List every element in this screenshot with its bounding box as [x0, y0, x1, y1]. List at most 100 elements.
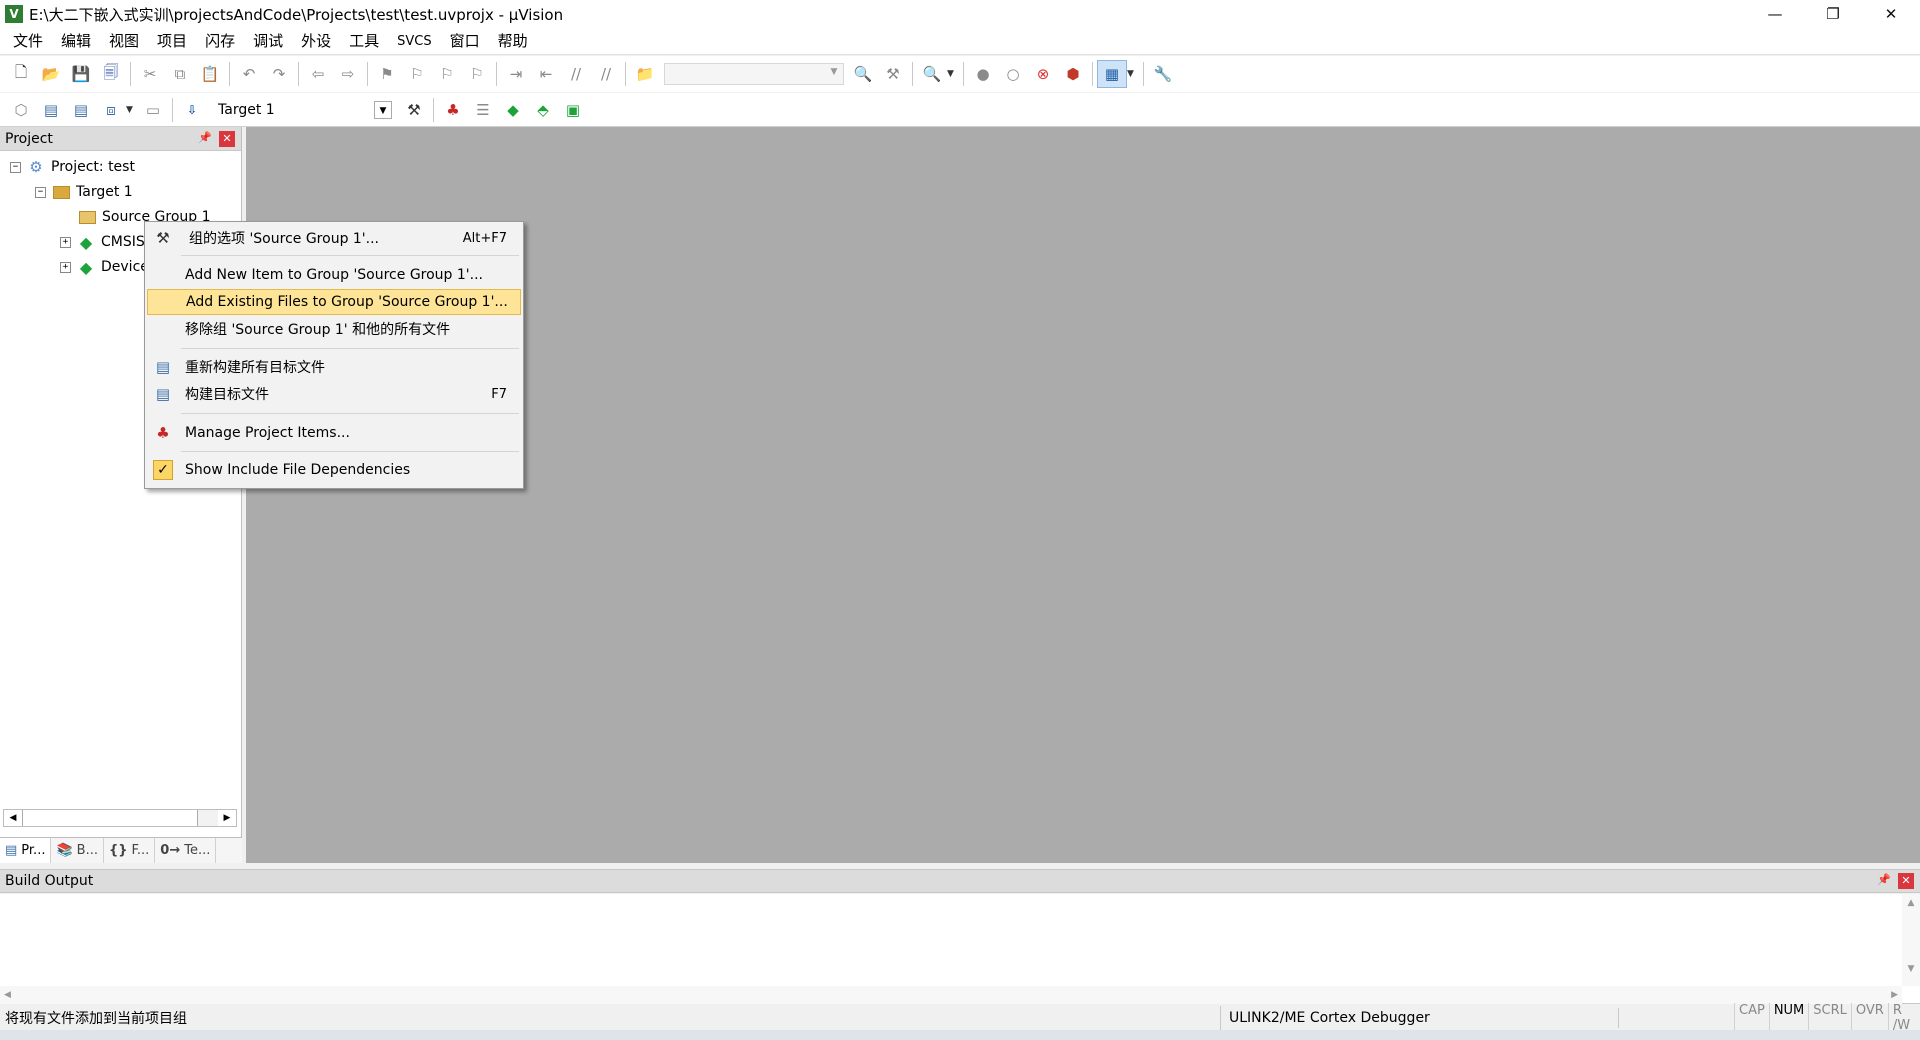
target-select[interactable]: Target 1 ▼ [213, 97, 393, 122]
tree-item-target[interactable]: − Target 1 [35, 181, 133, 203]
chevron-down-icon[interactable]: ▼ [947, 69, 959, 79]
tab-project[interactable]: ▤ Pr... [0, 838, 52, 863]
pack-installer-icon[interactable]: ▣ [558, 96, 588, 124]
collapse-icon[interactable]: − [10, 161, 21, 173]
menu-tools[interactable]: 工具 [340, 28, 388, 55]
disable-all-breakpoints-icon[interactable]: ⊗ [1028, 60, 1058, 88]
file-extensions-icon[interactable]: ☰ [468, 96, 498, 124]
navigate-back-icon[interactable]: ⇦ [303, 60, 333, 88]
configure-wrench-icon[interactable]: 🔧 [1148, 60, 1178, 88]
chevron-down-icon[interactable]: ▼ [126, 105, 138, 115]
chevron-down-icon[interactable]: ▼ [827, 67, 841, 81]
next-bookmark-icon[interactable]: ⚐ [432, 60, 462, 88]
undo-icon[interactable]: ↶ [234, 60, 264, 88]
build-horizontal-scrollbar[interactable]: ◀ ▶ [0, 986, 1902, 1004]
menu-item-group-options[interactable]: ⚒ 组的选项 'Source Group 1'... Alt+F7 [147, 225, 521, 251]
kill-all-breakpoints-icon[interactable]: ⬢ [1058, 60, 1088, 88]
batch-build-icon[interactable]: ⧈ [96, 96, 126, 124]
build-vertical-scrollbar[interactable]: ▲ ▼ [1902, 894, 1920, 986]
scroll-track[interactable] [198, 810, 218, 826]
scroll-thumb[interactable] [22, 810, 198, 826]
breakpoint-disable-icon[interactable]: ○ [998, 60, 1028, 88]
menu-item-build-target[interactable]: ▤ 构建目标文件 F7 [147, 381, 521, 407]
menu-svcs[interactable]: SVCS [388, 28, 440, 55]
manage-run-time-environment-icon[interactable]: ◆ [498, 96, 528, 124]
menu-item-rebuild-all[interactable]: ▤ 重新构建所有目标文件 [147, 354, 521, 380]
paste-icon[interactable]: 📋 [195, 60, 225, 88]
translate-icon[interactable]: ⬡ [6, 96, 36, 124]
open-file-icon[interactable]: 📂 [36, 60, 66, 88]
save-icon[interactable]: 💾 [66, 60, 96, 88]
collapse-icon[interactable]: − [35, 186, 46, 198]
menu-help[interactable]: 帮助 [489, 28, 537, 55]
menu-edit[interactable]: 编辑 [52, 28, 100, 55]
tab-functions[interactable]: {} F... [104, 838, 156, 863]
menu-item-add-existing-files[interactable]: Add Existing Files to Group 'Source Grou… [147, 289, 521, 315]
download-load-icon[interactable]: ⇩ [177, 96, 207, 124]
target-options-icon[interactable]: ⚒ [399, 96, 429, 124]
menu-item-show-include-deps[interactable]: ✓ Show Include File Dependencies [147, 457, 521, 483]
close-icon[interactable]: ✕ [1898, 873, 1914, 889]
menu-file[interactable]: 文件 [4, 28, 52, 55]
menu-item-add-new-item[interactable]: Add New Item to Group 'Source Group 1'..… [147, 262, 521, 288]
new-file-icon[interactable]: 🗋 [6, 60, 36, 88]
menu-debug[interactable]: 调试 [244, 28, 292, 55]
scroll-down-icon[interactable]: ▼ [1902, 964, 1920, 974]
save-all-icon[interactable]: 🗐 [96, 60, 126, 88]
navigate-forward-icon[interactable]: ⇨ [333, 60, 363, 88]
build-icon[interactable]: ▤ [36, 96, 66, 124]
clear-bookmarks-icon[interactable]: ⚐ [462, 60, 492, 88]
chevron-down-icon[interactable]: ▼ [374, 100, 392, 119]
tree-item-project[interactable]: − ⚙ Project: test [10, 156, 135, 178]
uncomment-icon[interactable]: // [591, 60, 621, 88]
window-layout-icon[interactable]: ▦ [1097, 60, 1127, 88]
status-message: 将现有文件添加到当前项目组 [5, 1011, 187, 1027]
bookmark-icon[interactable]: ⚑ [372, 60, 402, 88]
scroll-up-icon[interactable]: ▲ [1902, 898, 1920, 908]
unindent-icon[interactable]: ⇤ [531, 60, 561, 88]
menu-item-manage-project-items[interactable]: ♣ Manage Project Items... [147, 420, 521, 446]
menu-item-remove-group[interactable]: 移除组 'Source Group 1' 和他的所有文件 [147, 316, 521, 342]
close-icon[interactable]: ✕ [219, 130, 235, 147]
scroll-left-icon[interactable]: ◀ [4, 810, 22, 826]
scroll-left-icon[interactable]: ◀ [4, 990, 11, 1000]
scroll-right-icon[interactable]: ▶ [1891, 990, 1898, 1000]
breakpoint-icon[interactable]: ● [968, 60, 998, 88]
minimize-button[interactable]: — [1746, 0, 1804, 28]
chevron-down-icon[interactable]: ▼ [1127, 69, 1139, 79]
select-software-packs-icon[interactable]: ⬘ [528, 96, 558, 124]
tab-templates[interactable]: 0→ Te... [155, 838, 217, 863]
find-combo[interactable]: ▼ [664, 63, 844, 85]
cut-icon[interactable]: ✂ [135, 60, 165, 88]
incremental-find-icon[interactable]: ⚒ [878, 60, 908, 88]
pin-icon[interactable]: 📌 [1876, 873, 1892, 889]
find-icon[interactable]: 🔍 [848, 60, 878, 88]
expand-icon[interactable]: + [60, 236, 71, 248]
close-window-button[interactable]: ✕ [1862, 0, 1920, 28]
tree-item-cmsis[interactable]: + ◆ CMSIS [60, 231, 145, 253]
menu-window[interactable]: 窗口 [441, 28, 489, 55]
debug-session-icon[interactable]: 🔍 [917, 60, 947, 88]
copy-icon[interactable]: ⧉ [165, 60, 195, 88]
expand-icon[interactable]: + [60, 261, 71, 273]
menu-peripherals[interactable]: 外设 [292, 28, 340, 55]
rebuild-icon[interactable]: ▤ [66, 96, 96, 124]
redo-icon[interactable]: ↷ [264, 60, 294, 88]
build-output-pane[interactable]: ▲ ▼ ◀ ▶ [0, 894, 1920, 1004]
scroll-right-icon[interactable]: ▶ [218, 810, 236, 826]
find-in-files-icon[interactable]: 📁 [630, 60, 660, 88]
tree-item-device[interactable]: + ◆ Device [60, 256, 149, 278]
comment-icon[interactable]: // [561, 60, 591, 88]
project-horizontal-scrollbar[interactable]: ◀ ▶ [3, 809, 237, 827]
restore-button[interactable]: ❐ [1804, 0, 1862, 28]
menu-view[interactable]: 视图 [100, 28, 148, 55]
manage-project-items-icon[interactable]: ♣ [438, 96, 468, 124]
tab-books[interactable]: 📚 B... [51, 838, 104, 863]
status-key-num: NUM [1768, 1003, 1808, 1033]
indent-icon[interactable]: ⇥ [501, 60, 531, 88]
pin-icon[interactable]: 📌 [197, 131, 213, 147]
stop-build-icon[interactable]: ▭ [138, 96, 168, 124]
prev-bookmark-icon[interactable]: ⚐ [402, 60, 432, 88]
menu-flash[interactable]: 闪存 [196, 28, 244, 55]
menu-project[interactable]: 项目 [148, 28, 196, 55]
